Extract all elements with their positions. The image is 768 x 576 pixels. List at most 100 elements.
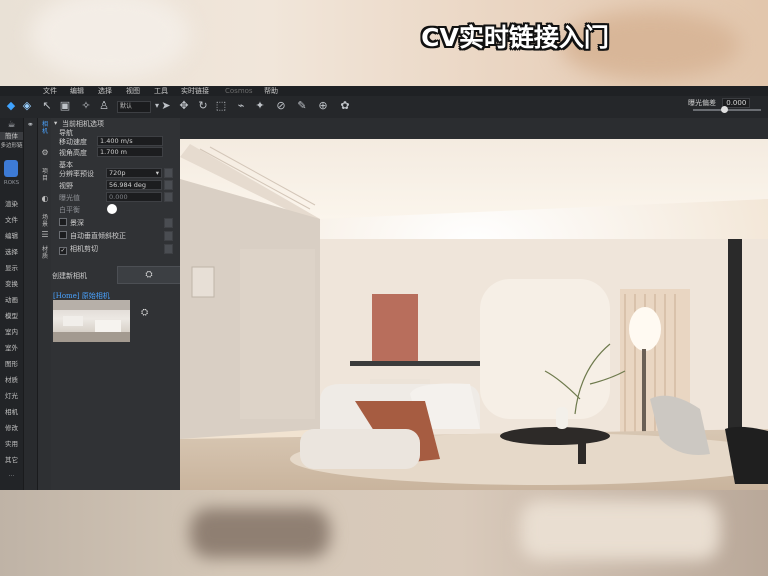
leftbar-item-animation[interactable]: 动画 bbox=[0, 294, 23, 304]
clipping-options-button[interactable] bbox=[164, 244, 173, 254]
menu-tools[interactable]: 工具 bbox=[154, 86, 168, 96]
resolution-value: 720p bbox=[109, 169, 126, 177]
leftbar-item-light[interactable]: 灯光 bbox=[0, 390, 23, 400]
vertical-tab-strip: 相机 ⚙ 项目 ◐ 场景 ☰ 材质 bbox=[37, 118, 52, 490]
polygon-link-button[interactable]: 多边形链 bbox=[0, 142, 23, 150]
palette-icon[interactable]: ✿ bbox=[338, 99, 352, 113]
leftbar-item-graphics[interactable]: 图形 bbox=[0, 358, 23, 368]
depth-of-field-checkbox[interactable] bbox=[59, 218, 67, 226]
menu-live-link[interactable]: 实时链接 bbox=[181, 86, 209, 96]
brand-label: ROKS bbox=[3, 180, 20, 186]
eyedropper-icon[interactable]: ✎ bbox=[295, 99, 309, 113]
chevron-down-icon: ▾ bbox=[155, 169, 159, 177]
teapot-icon[interactable]: ☕ bbox=[0, 120, 23, 130]
app-logo-icon: ◆ bbox=[6, 99, 16, 112]
scene-tab-icon[interactable]: ☰ bbox=[40, 230, 50, 240]
project-tab-icon[interactable]: ◐ bbox=[40, 194, 50, 204]
leftbar-item-exterior[interactable]: 室外 bbox=[0, 342, 23, 352]
move-icon[interactable]: ✥ bbox=[177, 99, 191, 113]
fov-label: 视野 bbox=[59, 182, 73, 190]
camera-tab-icon[interactable]: ⚙ bbox=[40, 148, 50, 158]
create-camera-button[interactable]: ⛭ bbox=[117, 266, 181, 284]
exposure-control: 曝光偏差 0.000 bbox=[688, 98, 751, 108]
interior-render bbox=[180, 139, 768, 490]
rotate-icon[interactable]: ↻ bbox=[196, 99, 210, 113]
exposure-value-field[interactable]: 0.000 bbox=[106, 192, 162, 202]
leftbar-item-file[interactable]: 文件 bbox=[0, 214, 23, 224]
brand-logo-icon bbox=[4, 160, 18, 177]
exposure-value-label: 曝光值 bbox=[59, 194, 80, 202]
menu-view[interactable]: 视图 bbox=[126, 86, 140, 96]
white-balance-label: 白平衡 bbox=[59, 206, 80, 214]
snap-icon[interactable]: ⌁ bbox=[234, 99, 248, 113]
view-height-field[interactable]: 1.700 m bbox=[97, 147, 163, 157]
language-button[interactable]: 簡体 bbox=[0, 132, 23, 140]
leftbar-item-camera[interactable]: 相机 bbox=[0, 406, 23, 416]
camera-clipping-label: 相机剪切 bbox=[70, 245, 98, 253]
leftbar-more[interactable]: ... bbox=[0, 470, 23, 478]
auto-vertical-checkbox[interactable] bbox=[59, 231, 67, 239]
exposure-label: 曝光偏差 bbox=[688, 99, 716, 107]
white-balance-swatch[interactable] bbox=[107, 204, 117, 214]
viewport-header bbox=[180, 118, 768, 139]
leftbar-item-interior[interactable]: 室内 bbox=[0, 326, 23, 336]
secondary-strip: ⚭ bbox=[23, 118, 38, 490]
menu-file[interactable]: 文件 bbox=[43, 86, 57, 96]
leftbar-item-render[interactable]: 渲染 bbox=[0, 198, 23, 208]
overlay-title: CV实时链接入门 bbox=[421, 23, 609, 52]
person-icon[interactable]: ♙ bbox=[97, 99, 111, 113]
leftbar-item-modify[interactable]: 修改 bbox=[0, 422, 23, 432]
camera-update-icon[interactable]: ⛭ bbox=[141, 308, 148, 318]
select-arrow-icon[interactable]: ↖ bbox=[40, 99, 54, 113]
leftbar-item-select[interactable]: 选择 bbox=[0, 246, 23, 256]
tab-camera[interactable]: 相机 bbox=[40, 121, 50, 135]
resolution-label: 分辨率预设 bbox=[59, 170, 94, 178]
resolution-dropdown[interactable]: 720p ▾ bbox=[106, 168, 162, 178]
depth-of-field-label: 景深 bbox=[70, 219, 84, 227]
camera-clipping-row[interactable]: ✓ 相机剪切 bbox=[59, 244, 98, 255]
link-icon[interactable]: ⚭ bbox=[27, 120, 34, 129]
leftbar-item-other[interactable]: 其它 bbox=[0, 454, 23, 464]
pointer-icon[interactable]: ➤ bbox=[159, 99, 173, 113]
target-icon[interactable]: ⊕ bbox=[316, 99, 330, 113]
tab-project[interactable]: 项目 bbox=[40, 168, 50, 182]
collapse-icon[interactable]: ▾ bbox=[54, 119, 57, 127]
leftbar-item-edit[interactable]: 编辑 bbox=[0, 230, 23, 240]
wand-icon[interactable]: ✦ bbox=[253, 99, 267, 113]
render-viewport[interactable] bbox=[180, 139, 768, 490]
leftbar-item-transform[interactable]: 变换 bbox=[0, 278, 23, 288]
tab-scene[interactable]: 场景 bbox=[40, 214, 50, 228]
box-select-icon[interactable]: ▣ bbox=[58, 99, 72, 113]
fov-field[interactable]: 56.984 deg bbox=[106, 180, 162, 190]
menu-select[interactable]: 选择 bbox=[98, 86, 112, 96]
leftbar-item-material[interactable]: 材质 bbox=[0, 374, 23, 384]
preset-dropdown[interactable]: 默认 bbox=[117, 101, 151, 113]
scale-icon[interactable]: ⬚ bbox=[214, 99, 228, 113]
view-height-label: 视角高度 bbox=[59, 149, 87, 157]
leftbar-item-model[interactable]: 模型 bbox=[0, 310, 23, 320]
menu-edit[interactable]: 编辑 bbox=[70, 86, 84, 96]
camera-options-panel: ▾ 当前相机选项 导航 移动速度 1.400 m/s 视角高度 1.700 m … bbox=[51, 118, 181, 490]
tab-material[interactable]: 材质 bbox=[40, 246, 50, 260]
auto-vertical-row[interactable]: 自动垂直倾斜校正 bbox=[59, 231, 126, 241]
exposure-options-button[interactable] bbox=[164, 192, 173, 202]
move-speed-field[interactable]: 1.400 m/s bbox=[97, 136, 163, 146]
depth-of-field-row[interactable]: 景深 bbox=[59, 218, 84, 228]
preset-value: 默认 bbox=[120, 103, 133, 110]
fov-options-button[interactable] bbox=[164, 180, 173, 190]
leftbar-item-display[interactable]: 显示 bbox=[0, 262, 23, 272]
sync-icon[interactable]: ◈ bbox=[20, 99, 34, 113]
app-window: 文件 编辑 选择 视图 工具 实时链接 Cosmos 帮助 ◆ ◈ ↖ ▣ ✧ … bbox=[0, 86, 768, 490]
depth-options-button[interactable] bbox=[164, 218, 173, 228]
walk-icon[interactable]: ✧ bbox=[79, 99, 93, 113]
menu-cosmos[interactable]: Cosmos bbox=[225, 86, 253, 96]
leftbar-item-utility[interactable]: 实用 bbox=[0, 438, 23, 448]
resolution-options-button[interactable] bbox=[164, 168, 173, 178]
paint-icon[interactable]: ⊘ bbox=[274, 99, 288, 113]
camera-clipping-checkbox[interactable]: ✓ bbox=[59, 247, 67, 255]
auto-vertical-options-button[interactable] bbox=[164, 231, 173, 241]
video-background-bottom bbox=[0, 490, 768, 576]
menu-help[interactable]: 帮助 bbox=[264, 86, 278, 96]
camera-thumbnail[interactable] bbox=[53, 300, 130, 342]
create-camera-label: 创建新相机 bbox=[52, 272, 87, 280]
